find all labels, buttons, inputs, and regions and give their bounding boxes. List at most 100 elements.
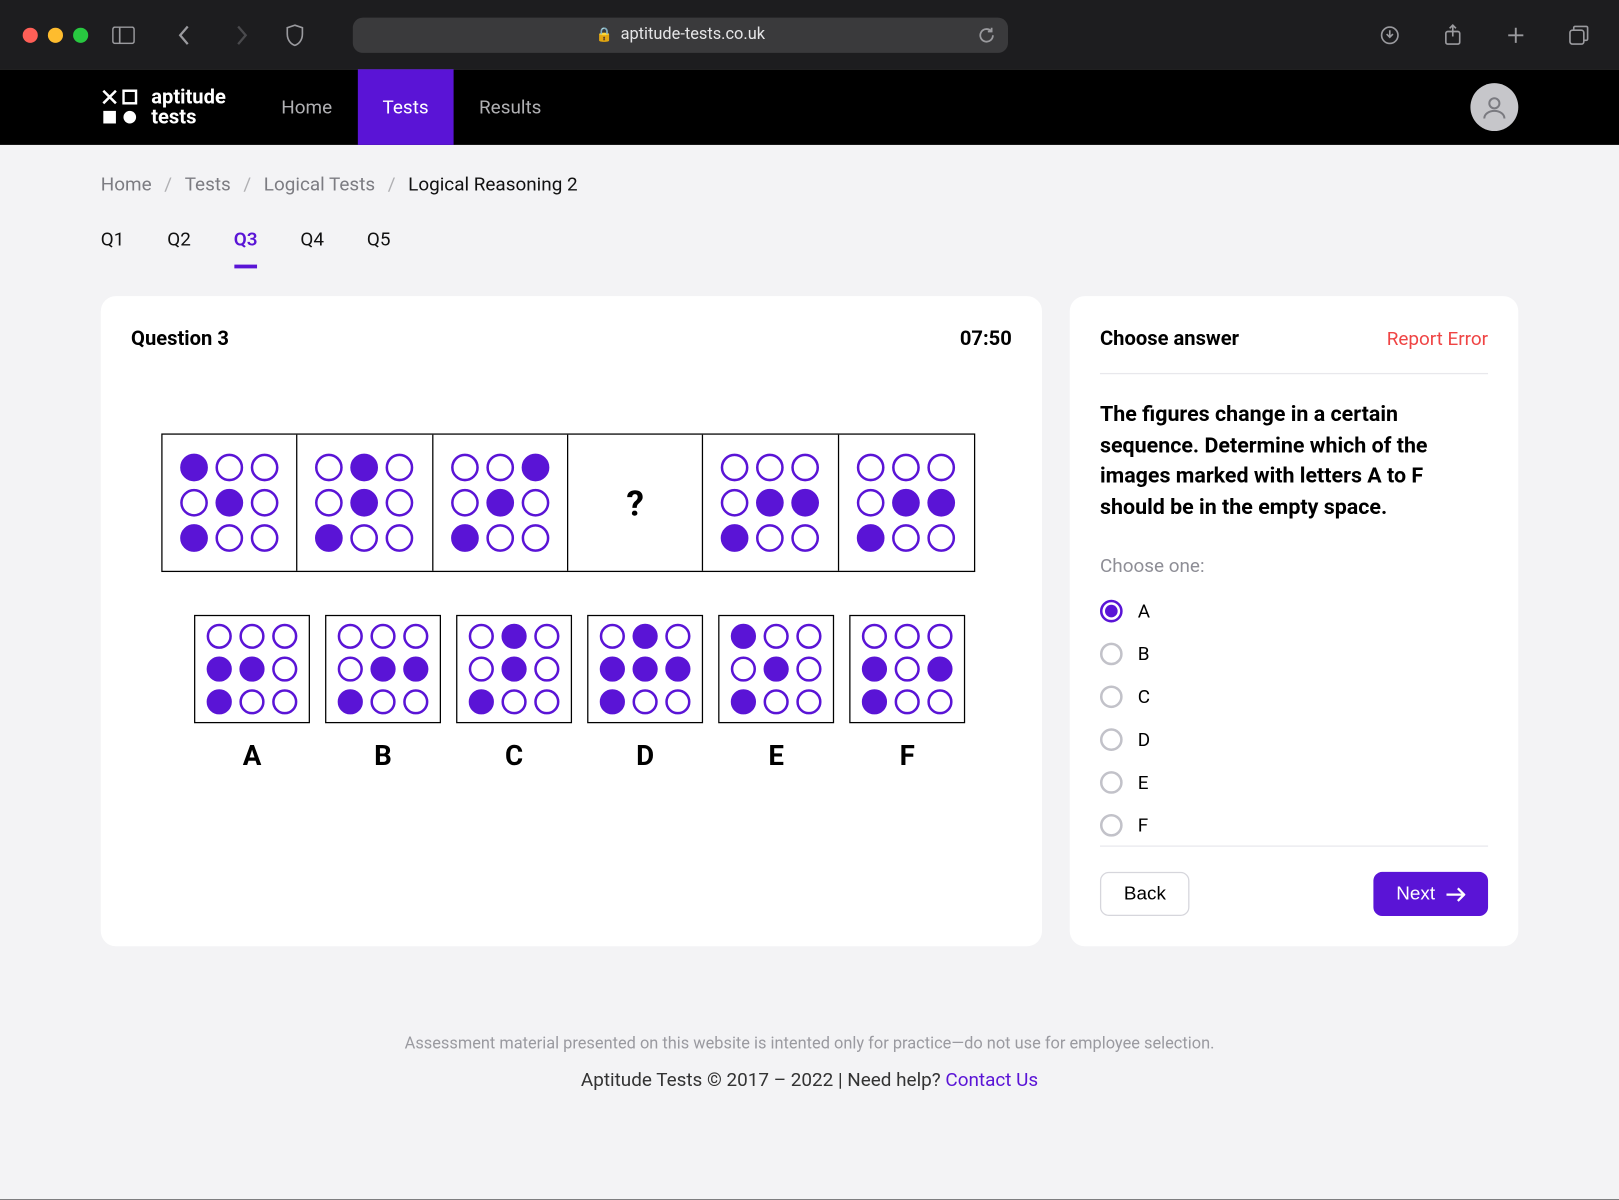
dot-empty: [857, 454, 885, 482]
dot-empty: [239, 689, 264, 714]
radio-option-e[interactable]: E: [1100, 771, 1488, 794]
dot-grid: [862, 624, 953, 715]
radio-icon: [1100, 813, 1123, 836]
report-error-link[interactable]: Report Error: [1387, 327, 1488, 350]
contact-link[interactable]: Contact Us: [945, 1068, 1038, 1091]
answer-option-e[interactable]: E: [718, 615, 834, 773]
breadcrumb-item[interactable]: Tests: [185, 173, 231, 196]
dot-empty: [895, 689, 920, 714]
question-tab-q3[interactable]: Q3: [234, 228, 258, 268]
answer-option-d[interactable]: D: [587, 615, 703, 773]
dot-empty: [370, 624, 395, 649]
choose-one-label: Choose one:: [1100, 554, 1488, 577]
dot-empty: [633, 689, 658, 714]
question-card: Question 3 07:50 ? ABCDEF: [101, 296, 1042, 946]
radio-icon: [1100, 642, 1123, 665]
dot-empty: [272, 689, 297, 714]
answer-box: [456, 615, 572, 723]
downloads-icon[interactable]: [1372, 21, 1407, 49]
close-window-icon[interactable]: [23, 27, 38, 42]
lock-icon: 🔒: [596, 26, 613, 42]
dot-empty: [351, 524, 379, 552]
radio-label: C: [1138, 685, 1150, 708]
dot-grid: [731, 624, 822, 715]
breadcrumb-item[interactable]: Logical Tests: [264, 173, 375, 196]
maximize-window-icon[interactable]: [73, 27, 88, 42]
answer-option-a[interactable]: A: [194, 615, 310, 773]
dot-filled: [757, 489, 785, 517]
next-button[interactable]: Next: [1374, 872, 1488, 916]
answer-option-c[interactable]: C: [456, 615, 572, 773]
dot-empty: [927, 624, 952, 649]
logo-mark-icon: [101, 88, 139, 126]
radio-option-b[interactable]: B: [1100, 642, 1488, 665]
dot-filled: [721, 524, 749, 552]
dot-empty: [180, 489, 208, 517]
dot-empty: [386, 524, 414, 552]
answer-label: B: [374, 741, 392, 773]
breadcrumb-item[interactable]: Home: [101, 173, 152, 196]
dot-grid: [451, 454, 549, 552]
nav-item-tests[interactable]: Tests: [357, 69, 453, 145]
breadcrumb: Home/Tests/Logical Tests/Logical Reasoni…: [101, 173, 1519, 196]
dot-filled: [351, 489, 379, 517]
sequence-cell: [433, 435, 568, 571]
nav-item-home[interactable]: Home: [256, 69, 357, 145]
tab-overview-icon[interactable]: [1561, 21, 1596, 49]
address-bar[interactable]: 🔒 aptitude-tests.co.uk: [353, 17, 1008, 52]
user-avatar[interactable]: [1470, 83, 1518, 131]
nav-item-results[interactable]: Results: [454, 69, 567, 145]
radio-label: A: [1138, 599, 1150, 622]
radio-icon: [1100, 599, 1123, 622]
back-icon[interactable]: [166, 21, 201, 49]
dot-empty: [534, 624, 559, 649]
dot-filled: [316, 524, 344, 552]
dot-empty: [486, 524, 514, 552]
answer-option-f[interactable]: F: [849, 615, 965, 773]
minimize-window-icon[interactable]: [48, 27, 63, 42]
radio-label: E: [1138, 771, 1149, 794]
radio-option-a[interactable]: A: [1100, 599, 1488, 622]
back-button[interactable]: Back: [1100, 872, 1190, 916]
choose-answer-title: Choose answer: [1100, 326, 1239, 350]
breadcrumb-current: Logical Reasoning 2: [408, 173, 578, 196]
reload-icon[interactable]: [978, 26, 996, 44]
radio-option-d[interactable]: D: [1100, 728, 1488, 751]
dot-empty: [469, 656, 494, 681]
breadcrumb-separator: /: [164, 173, 172, 196]
question-tab-q4[interactable]: Q4: [300, 228, 324, 268]
question-tab-q1[interactable]: Q1: [101, 228, 125, 268]
dot-filled: [857, 524, 885, 552]
dot-empty: [792, 454, 820, 482]
question-tab-q5[interactable]: Q5: [367, 228, 391, 268]
new-tab-icon[interactable]: [1498, 21, 1533, 49]
radio-option-c[interactable]: C: [1100, 685, 1488, 708]
dot-filled: [892, 489, 920, 517]
dot-filled: [486, 489, 514, 517]
dot-grid: [721, 454, 819, 552]
dot-empty: [316, 454, 344, 482]
question-tab-q2[interactable]: Q2: [167, 228, 191, 268]
sequence-cell: [703, 435, 838, 571]
dot-empty: [796, 656, 821, 681]
answer-option-b[interactable]: B: [325, 615, 441, 773]
dot-empty: [216, 524, 244, 552]
dot-empty: [895, 624, 920, 649]
privacy-shield-icon[interactable]: [277, 21, 312, 49]
dot-empty: [403, 624, 428, 649]
dot-empty: [857, 489, 885, 517]
url-text: aptitude-tests.co.uk: [621, 25, 765, 44]
share-icon[interactable]: [1435, 21, 1470, 49]
dot-empty: [792, 524, 820, 552]
radio-option-f[interactable]: F: [1100, 813, 1488, 836]
dot-empty: [862, 624, 887, 649]
dot-empty: [338, 656, 363, 681]
radio-label: D: [1138, 728, 1150, 751]
dot-empty: [370, 689, 395, 714]
brand-logo[interactable]: aptitude tests: [101, 87, 226, 127]
dot-empty: [469, 624, 494, 649]
dot-empty: [403, 689, 428, 714]
sidebar-toggle-icon[interactable]: [106, 21, 141, 49]
dot-filled: [338, 689, 363, 714]
dot-filled: [633, 624, 658, 649]
